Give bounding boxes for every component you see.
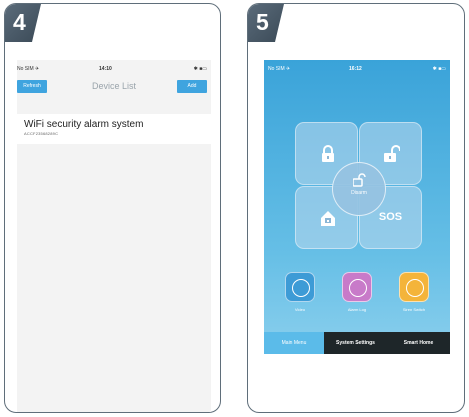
battery-indicator: ✱ ■▭ bbox=[432, 66, 446, 72]
blank-area bbox=[264, 354, 450, 412]
status-bar: No SIM ✈ 16:12 ✱ ■▭ bbox=[264, 66, 450, 74]
device-name: WiFi security alarm system bbox=[24, 119, 144, 130]
video-app[interactable]: Video bbox=[282, 272, 318, 312]
app-label: Video bbox=[294, 307, 306, 312]
app-label: Siren Switch bbox=[402, 307, 426, 312]
camera-icon bbox=[285, 272, 315, 302]
phone-device-list: 4 No SIM ✈ 14:10 ✱ ■▭ Refresh Device Lis… bbox=[4, 3, 221, 413]
step-number-badge: 5 bbox=[248, 4, 284, 42]
device-list: WiFi security alarm system ACCF23568289C bbox=[17, 104, 211, 412]
status-bar: No SIM ✈ 14:10 ✱ ■▭ bbox=[17, 66, 211, 74]
clock-text: 14:10 bbox=[99, 66, 112, 72]
center-label: Disarm bbox=[351, 190, 367, 196]
device-list-screen: No SIM ✈ 14:10 ✱ ■▭ Refresh Device List … bbox=[17, 60, 211, 412]
device-id: ACCF23568289C bbox=[24, 131, 59, 136]
app-label: Alarm Log bbox=[347, 307, 367, 312]
step-number-badge: 4 bbox=[5, 4, 41, 42]
log-icon bbox=[342, 272, 372, 302]
disarm-status-circle[interactable]: Disarm bbox=[332, 162, 386, 216]
speaker-icon bbox=[399, 272, 429, 302]
alarm-log-app[interactable]: Alarm Log bbox=[339, 272, 375, 312]
nav-bar: Refresh Device List Add bbox=[17, 78, 211, 98]
tab-system-settings[interactable]: System Settings bbox=[324, 332, 387, 354]
siren-switch-app[interactable]: Siren Switch bbox=[396, 272, 432, 312]
list-item[interactable]: WiFi security alarm system ACCF23568289C bbox=[17, 114, 211, 144]
carrier-text: No SIM ✈ bbox=[268, 66, 291, 72]
add-device-button[interactable]: Add bbox=[177, 80, 207, 93]
battery-indicator: ✱ ■▭ bbox=[193, 66, 207, 72]
tab-smart-home[interactable]: Smart Home bbox=[387, 332, 450, 354]
home-icon bbox=[321, 211, 335, 226]
tab-main-menu[interactable]: Main Menu bbox=[264, 332, 324, 354]
small-unlock-icon bbox=[353, 173, 366, 187]
lock-icon bbox=[322, 145, 334, 162]
main-menu-screen: No SIM ✈ 16:12 ✱ ■▭ SOS Disarm Video Ala… bbox=[264, 60, 450, 412]
carrier-text: No SIM ✈ bbox=[17, 66, 40, 72]
phone-main-menu: 5 No SIM ✈ 16:12 ✱ ■▭ SOS Disarm Video A… bbox=[247, 3, 465, 413]
unlock-icon bbox=[384, 145, 400, 162]
bottom-tab-bar: Main Menu System Settings Smart Home bbox=[264, 332, 450, 354]
clock-text: 16:12 bbox=[349, 66, 362, 72]
